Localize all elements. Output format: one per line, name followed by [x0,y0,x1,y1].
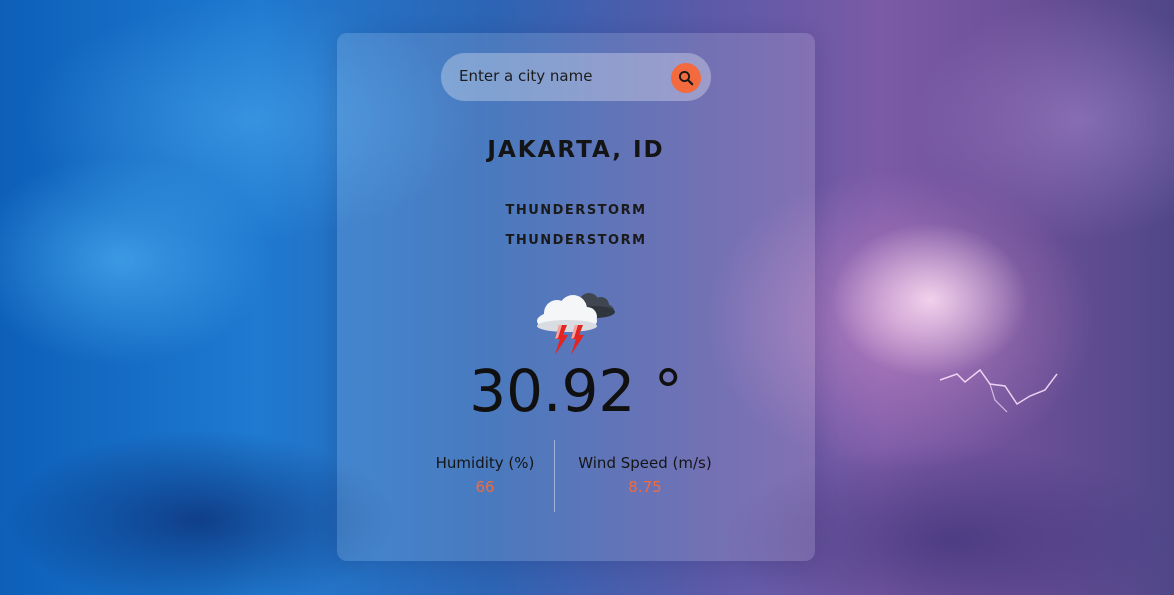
weather-stats: Humidity (%) 66 Wind Speed (m/s) 8.75 [337,440,815,512]
lightning-bolt-decoration [939,368,1058,413]
city-name: JAKARTA, ID [487,137,665,163]
city-search-input[interactable] [459,63,659,89]
wind-speed-label: Wind Speed (m/s) [578,454,712,472]
humidity-value: 66 [475,478,495,496]
search-icon [678,70,694,86]
weather-main: THUNDERSTORM [505,203,647,218]
weather-description: THUNDERSTORM [505,233,647,248]
humidity-label: Humidity (%) [435,454,535,472]
thunderstorm-cloud-icon [537,293,615,355]
wind-speed-stat: Wind Speed (m/s) 8.75 [565,452,725,500]
wind-speed-value: 8.75 [628,478,662,496]
stats-divider [554,440,555,512]
temperature-readout: 30.92 ° [469,357,683,425]
search-button[interactable] [671,63,701,93]
search-bar [441,53,711,101]
humidity-stat: Humidity (%) 66 [425,452,545,500]
weather-card: JAKARTA, ID THUNDERSTORM THUNDERSTORM 30… [337,33,815,561]
